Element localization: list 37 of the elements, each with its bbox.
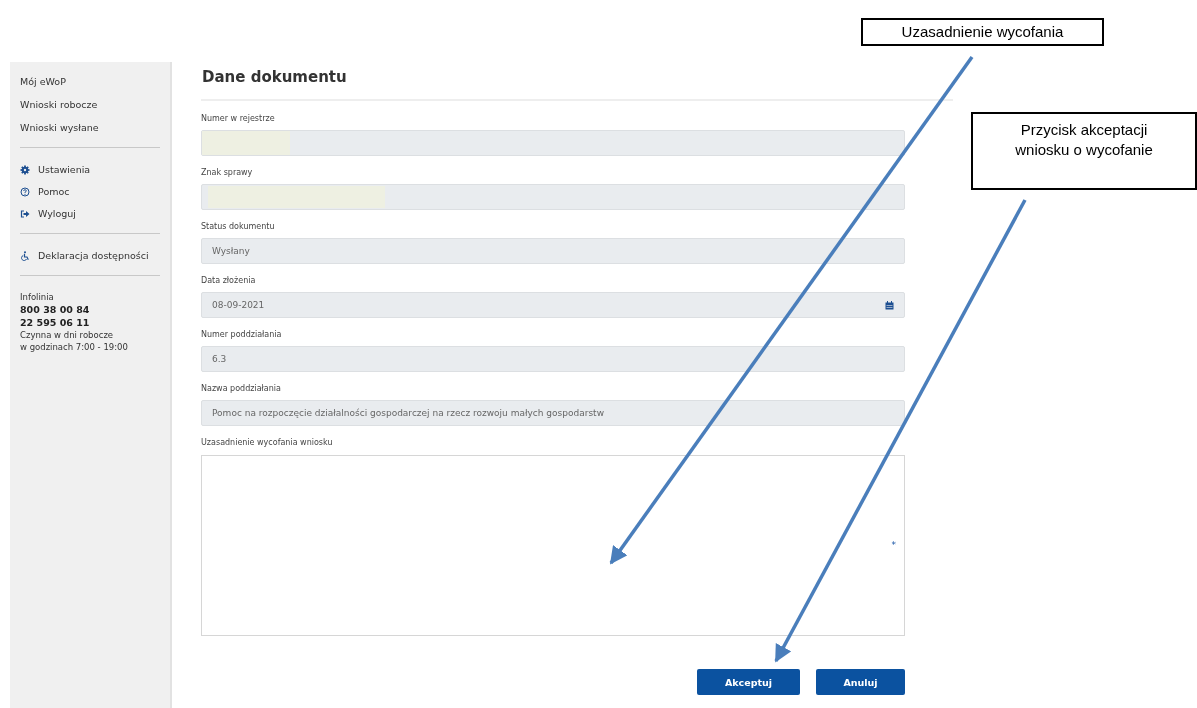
- field-label: Numer w rejestrze: [201, 114, 276, 125]
- hotline-title: Infolinia: [20, 292, 55, 302]
- nav-link[interactable]: Wnioski robocze: [20, 99, 160, 110]
- section-title: Dane dokumentu: [202, 68, 348, 86]
- date-field[interactable]: 08-09-2021: [201, 292, 905, 318]
- phone-number: 800 38 00 84: [20, 304, 91, 315]
- cancel-button[interactable]: Anuluj: [816, 669, 905, 695]
- text-area[interactable]: *: [201, 455, 905, 636]
- wheelchair-icon: [20, 250, 30, 261]
- field-label: Data złożenia: [201, 276, 257, 287]
- hours-text: w godzinach 7:00 - 19:00: [20, 342, 129, 352]
- input-field[interactable]: [201, 184, 905, 210]
- input-field[interactable]: Pomoc na rozpoczęcie działalności gospodarczej na rzecz rozwoju małych gospodarstw: [201, 400, 905, 426]
- nav-link[interactable]: Mój eWoP: [20, 76, 160, 87]
- hours-text: Czynna w dni robocze: [20, 330, 115, 340]
- nav-link[interactable]: Deklaracja dostępności: [38, 250, 149, 261]
- field-label: Status dokumentu: [201, 222, 276, 233]
- input-field[interactable]: 6.3: [201, 346, 905, 372]
- field-label: Numer poddziałania: [201, 330, 283, 341]
- nav-link[interactable]: Ustawienia: [38, 164, 91, 175]
- callout-label: Przycisk akceptacji wniosku o wycofanie: [971, 112, 1197, 190]
- nav-link[interactable]: Wnioski wysłane: [20, 122, 160, 133]
- field-label: Znak sprawy: [201, 168, 254, 179]
- nav-link[interactable]: Pomoc: [38, 186, 70, 197]
- logout-icon: [20, 208, 30, 219]
- help-icon: [20, 186, 30, 197]
- callout-label: Uzasadnienie wycofania: [861, 18, 1104, 46]
- field-label: Uzasadnienie wycofania wniosku: [201, 438, 334, 449]
- nav-link[interactable]: Wyloguj: [38, 208, 76, 219]
- phone-number: 22 595 06 11: [20, 317, 91, 328]
- required-mark: *: [891, 540, 896, 550]
- calendar-icon: [885, 300, 894, 310]
- accept-button[interactable]: Akceptuj: [697, 669, 800, 695]
- gear-icon: [20, 164, 30, 175]
- input-field[interactable]: Wysłany: [201, 238, 905, 264]
- field-label: Nazwa poddziałania: [201, 384, 282, 395]
- input-field[interactable]: [201, 130, 905, 156]
